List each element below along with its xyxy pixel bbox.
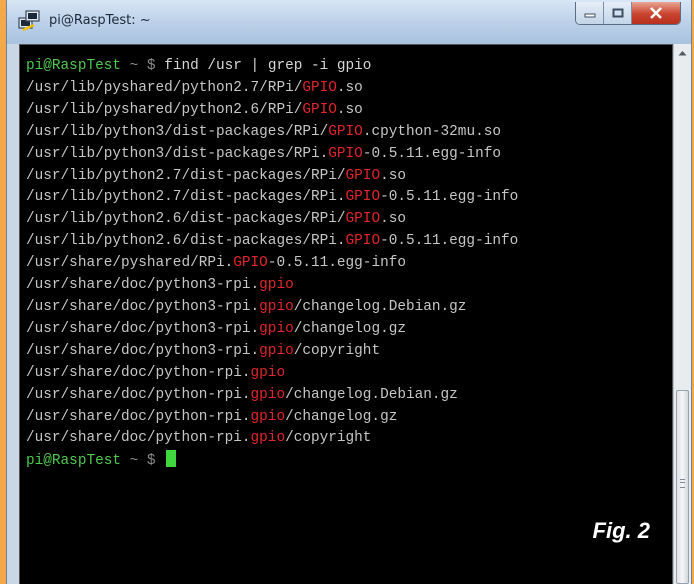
scroll-up-button[interactable]: [674, 44, 691, 62]
output-line: /usr/lib/python2.7/dist-packages/RPi/GPI…: [26, 166, 672, 188]
path-suffix: -0.5.11.egg-info: [380, 189, 519, 206]
path-prefix: /usr/lib/pyshared/python2.6/RPi/: [26, 101, 303, 118]
output-line: /usr/lib/pyshared/python2.7/RPi/GPIO.so: [26, 78, 672, 100]
path-prefix: /usr/share/pyshared/RPi.: [26, 255, 234, 272]
output-lines: /usr/lib/pyshared/python2.7/RPi/GPIO.so /…: [26, 78, 672, 450]
maximize-icon: [612, 8, 623, 18]
prompt-path: ~ $: [121, 58, 165, 74]
grep-match: GPIO: [302, 101, 337, 118]
path-suffix: -0.5.11.egg-info: [362, 145, 501, 162]
minimize-button[interactable]: [576, 2, 604, 24]
grep-match: GPIO: [345, 189, 381, 206]
arrow-up-icon: [678, 51, 687, 56]
prompt-path: ~ $: [121, 453, 165, 470]
output-line: /usr/lib/python2.7/dist-packages/RPi.GPI…: [26, 187, 672, 209]
text-cursor: [166, 450, 177, 468]
grip-icon: [680, 479, 685, 488]
grep-match: gpio: [259, 277, 294, 294]
output-line: /usr/share/doc/python3-rpi.gpio/changelo…: [26, 319, 672, 341]
path-prefix: /usr/share/doc/python3-rpi.: [26, 277, 260, 294]
path-prefix: /usr/share/doc/python-rpi.: [26, 408, 251, 425]
output-line: /usr/share/doc/python-rpi.gpio/changelog…: [26, 385, 672, 407]
output-line: /usr/share/doc/python3-rpi.gpio: [26, 275, 672, 297]
current-prompt-line: pi@RaspTest ~ $: [26, 450, 672, 473]
close-button[interactable]: [632, 2, 680, 24]
output-line: /usr/lib/pyshared/python2.6/RPi/GPIO.so: [26, 100, 672, 122]
prompt-user: pi@RaspTest: [26, 58, 121, 74]
path-prefix: /usr/lib/python3/dist-packages/RPi.: [26, 145, 329, 162]
path-prefix: /usr/lib/python3/dist-packages/RPi/: [26, 123, 329, 140]
command-text: find /usr | grep -i gpio: [164, 58, 372, 74]
path-suffix: /copyright: [293, 342, 381, 359]
output-line: /usr/share/doc/python-rpi.gpio/changelog…: [26, 407, 672, 429]
putty-icon[interactable]: [17, 9, 41, 33]
terminal-output-area[interactable]: pi@RaspTest ~ $ find /usr | grep -i gpio…: [19, 44, 673, 584]
path-suffix: /changelog.Debian.gz: [293, 298, 467, 315]
grep-match: GPIO: [328, 145, 363, 162]
path-prefix: /usr/lib/python2.7/dist-packages/RPi.: [26, 189, 346, 206]
path-suffix: /changelog.gz: [293, 320, 406, 337]
path-prefix: /usr/share/doc/python3-rpi.: [26, 320, 260, 337]
path-suffix: .so: [336, 79, 363, 96]
maximize-button[interactable]: [604, 2, 632, 24]
path-prefix: /usr/share/doc/python-rpi.: [26, 364, 251, 381]
grep-match: GPIO: [345, 233, 381, 250]
grep-match: gpio: [250, 364, 286, 381]
window-title: pi@RaspTest: ~: [49, 13, 151, 28]
path-suffix: -0.5.11.egg-info: [380, 233, 519, 250]
path-suffix: .so: [380, 211, 406, 228]
path-prefix: /usr/lib/pyshared/python2.7/RPi/: [26, 79, 303, 96]
path-prefix: /usr/share/doc/python3-rpi.: [26, 342, 260, 359]
path-suffix: .cpython-32mu.so: [362, 123, 501, 140]
grep-match: gpio: [250, 408, 286, 425]
command-line: pi@RaspTest ~ $ find /usr | grep -i gpio: [26, 56, 672, 78]
grep-match: gpio: [250, 430, 286, 447]
figure-label: Fig. 2: [592, 518, 650, 543]
path-prefix: /usr/share/doc/python-rpi.: [26, 430, 251, 447]
close-icon: [650, 7, 662, 19]
output-line: /usr/lib/python3/dist-packages/RPi/GPIO.…: [26, 122, 672, 144]
window-controls: [575, 2, 681, 25]
path-suffix: .so: [380, 167, 406, 184]
grep-match: GPIO: [328, 123, 363, 140]
path-suffix: /copyright: [285, 430, 372, 447]
output-line: /usr/share/doc/python-rpi.gpio/copyright: [26, 428, 672, 450]
scrollbar-thumb[interactable]: [676, 390, 689, 584]
grep-match: gpio: [250, 386, 286, 403]
grep-match: GPIO: [302, 79, 337, 96]
grep-match: GPIO: [345, 167, 381, 184]
minimize-icon: [584, 13, 595, 18]
grep-match: GPIO: [345, 211, 381, 228]
grep-match: gpio: [259, 298, 294, 315]
title-bar[interactable]: pi@RaspTest: ~: [7, 0, 691, 44]
output-line: /usr/lib/python2.6/dist-packages/RPi/GPI…: [26, 209, 672, 231]
path-suffix: /changelog.gz: [285, 408, 398, 425]
output-line: /usr/lib/python2.6/dist-packages/RPi.GPI…: [26, 231, 672, 253]
output-line: /usr/share/doc/python3-rpi.gpio/changelo…: [26, 297, 672, 319]
path-prefix: /usr/lib/python2.6/dist-packages/RPi.: [26, 233, 346, 250]
path-prefix: /usr/lib/python2.6/dist-packages/RPi/: [26, 211, 346, 228]
path-prefix: /usr/share/doc/python-rpi.: [26, 386, 251, 403]
output-line: /usr/share/doc/python-rpi.gpio: [26, 363, 672, 385]
path-suffix: -0.5.11.egg-info: [267, 255, 406, 272]
path-suffix: /changelog.Debian.gz: [285, 386, 458, 403]
grep-match: gpio: [259, 320, 294, 337]
path-suffix: .so: [336, 101, 363, 118]
output-line: /usr/lib/python3/dist-packages/RPi.GPIO-…: [26, 144, 672, 166]
path-prefix: /usr/share/doc/python3-rpi.: [26, 298, 260, 315]
prompt-user: pi@RaspTest: [26, 453, 121, 470]
vertical-scrollbar[interactable]: [673, 44, 691, 584]
grep-match: GPIO: [233, 255, 268, 272]
terminal-window: pi@RaspTest: ~ pi@RaspTest ~ $ find /usr…: [6, 0, 692, 584]
output-line: /usr/share/doc/python3-rpi.gpio/copyrigh…: [26, 341, 672, 363]
path-prefix: /usr/lib/python2.7/dist-packages/RPi/: [26, 167, 346, 184]
grep-match: gpio: [259, 342, 294, 359]
output-line: /usr/share/pyshared/RPi.GPIO-0.5.11.egg-…: [26, 253, 672, 275]
